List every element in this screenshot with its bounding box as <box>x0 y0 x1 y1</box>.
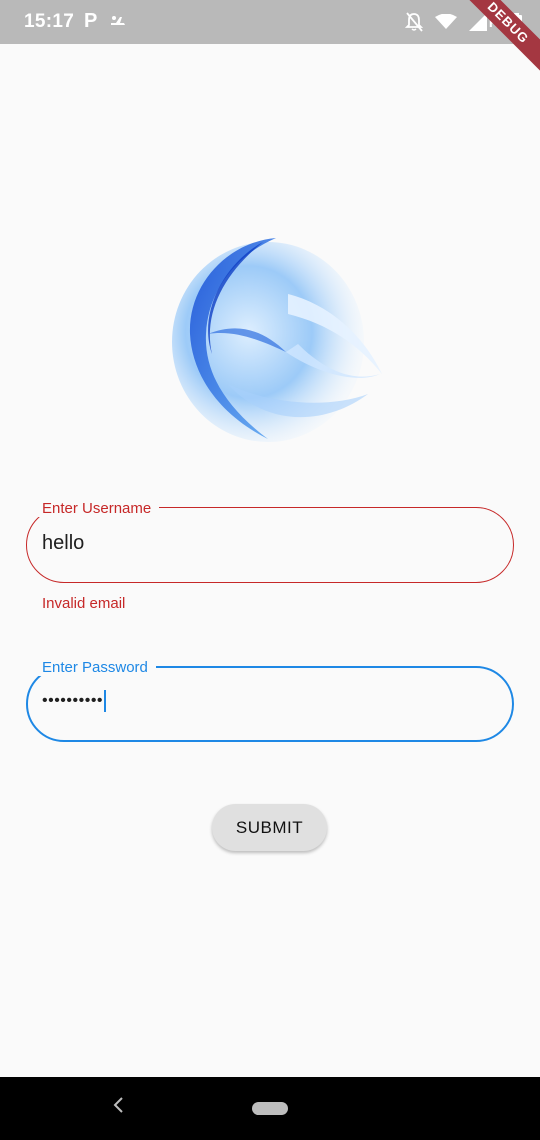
status-time: 15:17 <box>24 11 75 32</box>
username-label: Enter Username <box>36 500 160 517</box>
parking-icon: P <box>84 10 98 32</box>
submit-button[interactable]: SUBMIT <box>212 804 327 851</box>
text-cursor <box>104 690 107 712</box>
airplane-icon <box>111 16 125 25</box>
password-value-wrapper[interactable]: •••••••••• <box>42 690 107 712</box>
status-bar: 15:17 P R <box>0 0 540 44</box>
username-error-text: Invalid email <box>42 595 126 612</box>
notifications-off-icon <box>404 12 423 32</box>
navigation-bar <box>0 1077 540 1140</box>
status-left-icons: P <box>84 10 126 32</box>
blue-swirl-logo <box>172 238 382 442</box>
password-label: Enter Password <box>36 659 156 676</box>
back-chevron-icon[interactable] <box>112 1096 124 1114</box>
home-pill-icon[interactable] <box>252 1102 288 1115</box>
password-value[interactable]: •••••••••• <box>42 692 103 710</box>
wifi-icon <box>434 14 457 29</box>
username-value[interactable]: hello <box>42 532 84 555</box>
username-field[interactable] <box>26 507 514 583</box>
